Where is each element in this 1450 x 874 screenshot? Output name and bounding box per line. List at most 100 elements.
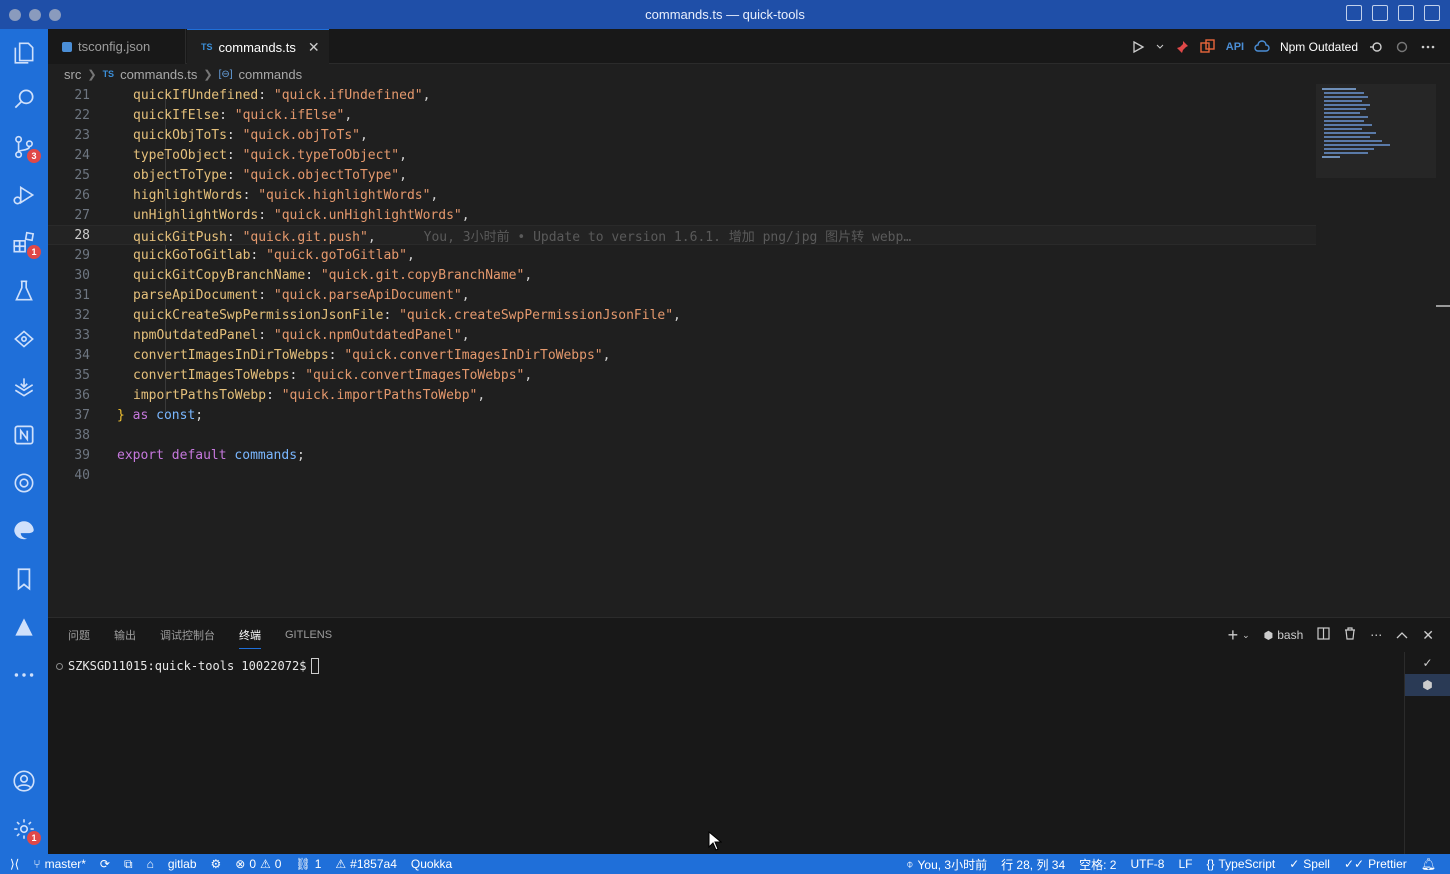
spell-indicator[interactable]: ✓ Spell (1289, 857, 1330, 871)
code-line[interactable]: 22 quickIfElse: "quick.ifElse", (48, 105, 1316, 125)
search-button[interactable] (0, 77, 48, 121)
accounts-button[interactable] (0, 759, 48, 803)
problems-indicator[interactable]: ⊗ 0 ⚠ 0 (235, 857, 281, 871)
code-line[interactable]: 29 quickGoToGitlab: "quick.goToGitlab", (48, 245, 1316, 265)
remote-icon[interactable]: ⟩⟨ (10, 857, 19, 871)
encoding[interactable]: UTF-8 (1130, 857, 1164, 871)
code-line[interactable]: 28 quickGitPush: "quick.git.push", You, 3小… (48, 225, 1316, 245)
code-line[interactable]: 34 convertImagesInDirToWebps: "quick.conv… (48, 345, 1316, 365)
run-icon[interactable] (1130, 39, 1146, 55)
minimize-window-button[interactable] (29, 8, 41, 21)
window-controls[interactable] (9, 8, 61, 21)
toggle-panel-icon[interactable] (1372, 5, 1388, 21)
commit-indicator[interactable]: ⚠ #1857a4 (335, 857, 396, 871)
code-line[interactable]: 31 parseApiDocument: "quick.parseApiDocum… (48, 285, 1316, 305)
chevron-down-icon[interactable]: ⌄ (1242, 630, 1250, 641)
code-line[interactable]: 39 export default commands; (48, 445, 1316, 465)
code-line[interactable]: 40 (48, 465, 1316, 485)
code-line[interactable]: 21 quickIfUndefined: "quick.ifUndefined", (48, 85, 1316, 105)
colon: : (258, 87, 274, 103)
run-debug-icon[interactable]: ⚙ (211, 857, 222, 871)
line-ending[interactable]: LF (1178, 857, 1192, 871)
gitlab-icon[interactable]: ⌂ (147, 857, 154, 871)
sync-icon[interactable]: ⟳ (100, 857, 110, 871)
tab-tsconfig-json[interactable]: tsconfig.json (48, 29, 186, 64)
notion-button[interactable] (0, 413, 48, 457)
explorer-button[interactable] (0, 31, 48, 75)
prettier-indicator[interactable]: ✓✓ Prettier (1344, 857, 1407, 871)
breadcrumb-file[interactable]: commands.ts (120, 67, 197, 82)
terminal-output[interactable]: SZKSGD11015:quick-tools 10022072$ (56, 658, 320, 674)
code-line[interactable]: 23 quickObjToTs: "quick.objToTs", (48, 125, 1316, 145)
breadcrumb-symbol[interactable]: commands (239, 67, 303, 82)
code-line[interactable]: 38 (48, 425, 1316, 445)
code-line[interactable]: 36 importPathsToWebp: "quick.importPathsT… (48, 385, 1316, 405)
customize-layout-icon[interactable] (1424, 5, 1440, 21)
code-line[interactable]: 24 typeToObject: "quick.typeToObject", (48, 145, 1316, 165)
bookmarks-button[interactable] (0, 557, 48, 601)
toggle-secondary-sidebar-icon[interactable] (1398, 5, 1414, 21)
tab-terminal[interactable]: 终端 (239, 627, 261, 649)
close-tab-icon[interactable]: ✕ (308, 39, 320, 56)
code-line[interactable]: 30 quickGitCopyBranchName: "quick.git.cop… (48, 265, 1316, 285)
close-window-button[interactable] (9, 8, 21, 21)
language-mode[interactable]: {} TypeScript (1207, 857, 1276, 871)
quokka-button[interactable]: Quokka (411, 857, 452, 871)
code-line[interactable]: 33 npmOutdatedPanel: "quick.npmOutdatedPa… (48, 325, 1316, 345)
code-line[interactable]: 32 quickCreateSwpPermissionJsonFile: "qui… (48, 305, 1316, 325)
npm-outdated-button[interactable]: Npm Outdated (1280, 40, 1358, 54)
breadcrumb-folder[interactable]: src (64, 67, 81, 82)
testing-button[interactable] (0, 269, 48, 313)
chatgpt-button[interactable] (0, 461, 48, 505)
bell-icon[interactable]: 🔔︎ (1421, 857, 1436, 871)
terminal-shell-label[interactable]: bash (1277, 628, 1303, 642)
manage-button[interactable]: 1 (0, 807, 48, 851)
more-views-button[interactable] (0, 653, 48, 697)
code-line[interactable]: 37 } as const; (48, 405, 1316, 425)
azure-button[interactable] (0, 605, 48, 649)
tab-gitlens[interactable]: GITLENS (285, 629, 332, 641)
gitlab-label[interactable]: gitlab (168, 857, 197, 871)
maximize-panel-icon[interactable] (1396, 628, 1408, 642)
run-debug-button[interactable] (0, 173, 48, 217)
tab-output[interactable]: 输出 (114, 627, 136, 643)
split-terminal-icon[interactable] (1317, 627, 1330, 643)
cursor-position[interactable]: 行 28, 列 34 (1001, 856, 1065, 873)
layers-button[interactable] (0, 365, 48, 409)
compare-icon[interactable] (1200, 39, 1216, 55)
code-line[interactable]: 27 unHighlightWords: "quick.unHighlightWo… (48, 205, 1316, 225)
pin-icon[interactable] (1174, 39, 1190, 55)
cloud-icon[interactable] (1254, 39, 1270, 55)
code-line[interactable]: 35 convertImagesToWebps: "quick.convertIm… (48, 365, 1316, 385)
edge-button[interactable] (0, 509, 48, 553)
code-line[interactable]: 25 objectToType: "quick.objectToType", (48, 165, 1316, 185)
close-panel-icon[interactable]: ✕ (1422, 627, 1434, 644)
trash-icon[interactable] (1344, 627, 1356, 643)
copy-icon[interactable]: ⧉ (124, 857, 133, 872)
revert-icon[interactable] (1368, 39, 1384, 55)
terminal-check-icon[interactable]: ✓ (1405, 652, 1450, 674)
new-terminal-icon[interactable]: + (1228, 625, 1239, 646)
extensions-button[interactable]: 1 (0, 221, 48, 265)
toggle-sidebar-icon[interactable] (1346, 5, 1362, 21)
api-icon[interactable]: API (1226, 39, 1244, 55)
more-actions-icon[interactable]: ⋯ (1370, 628, 1382, 642)
sync-icon[interactable] (1394, 39, 1410, 55)
tab-commands-ts[interactable]: TS commands.ts ✕ (187, 29, 329, 64)
gitlens-button[interactable] (0, 317, 48, 361)
code-editor[interactable]: 21 quickIfUndefined: "quick.ifUndefined",… (48, 84, 1450, 616)
terminal-instance-bash[interactable]: ⬢ (1405, 674, 1450, 696)
scrollbar-marker[interactable] (1436, 305, 1450, 307)
ports-indicator[interactable]: ⛓ 1 (295, 857, 321, 871)
indentation[interactable]: 空格: 2 (1079, 856, 1116, 873)
tab-debug-console[interactable]: 调试控制台 (160, 627, 215, 643)
branch-indicator[interactable]: ⑂ master* (33, 857, 86, 871)
more-actions-icon[interactable] (1420, 39, 1436, 55)
blame-indicator[interactable]: ⌽ You, 3小时前 (906, 856, 987, 873)
code-line[interactable]: 26 highlightWords: "quick.highlightWords"… (48, 185, 1316, 205)
maximize-window-button[interactable] (49, 8, 61, 21)
tab-problems[interactable]: 问题 (68, 627, 90, 643)
chevron-down-icon[interactable] (1156, 39, 1164, 55)
minimap[interactable] (1316, 84, 1436, 178)
source-control-button[interactable]: 3 (0, 125, 48, 169)
